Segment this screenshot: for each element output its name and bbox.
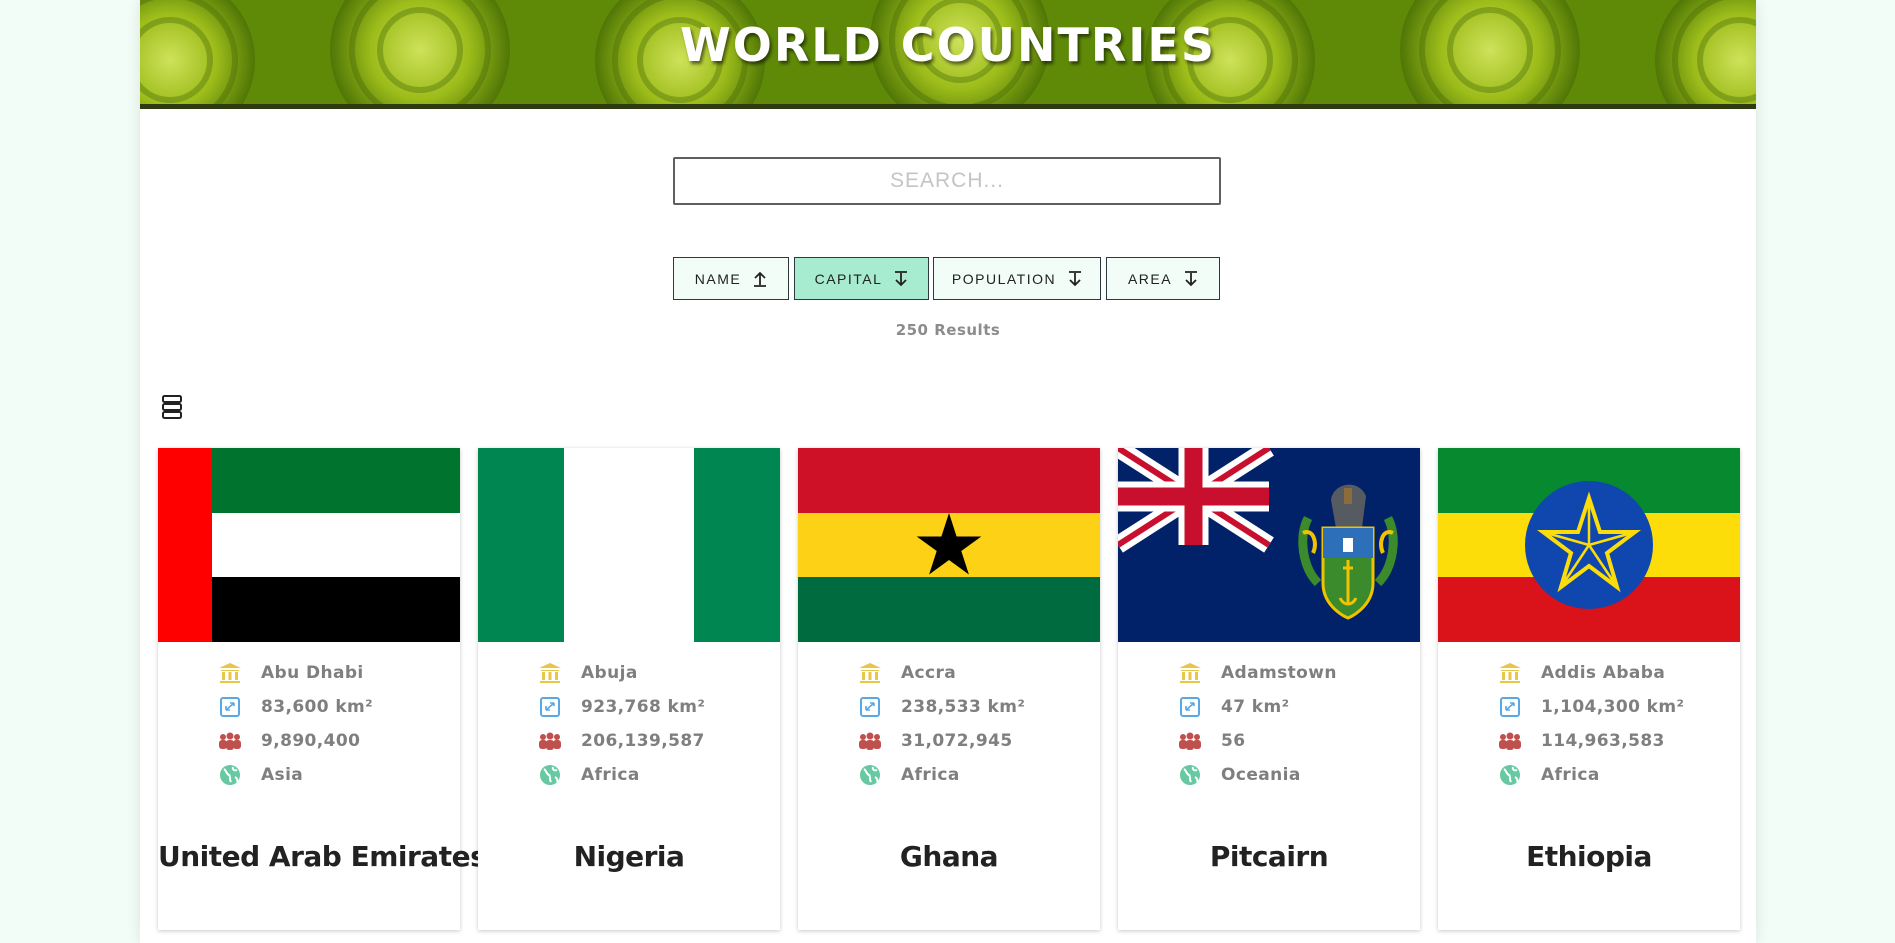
area-row: 238,533 km²	[858, 690, 1098, 724]
capital-building-icon	[1179, 663, 1201, 683]
population-value: 56	[1221, 731, 1246, 751]
region-value: Africa	[1541, 765, 1600, 785]
area-row: 47 km²	[1178, 690, 1418, 724]
capital-row: Abu Dhabi	[218, 656, 458, 690]
flag-pitcairn	[1118, 448, 1420, 642]
sort-population-button[interactable]: POPULATION	[933, 257, 1101, 300]
page: WORLD COUNTRIES NAME CAPITAL POPULATION …	[140, 0, 1756, 943]
area-value: 1,104,300 km²	[1541, 697, 1685, 717]
capital-building-icon	[859, 663, 881, 683]
globe-icon	[860, 765, 880, 785]
country-info: Adamstown 47 km² 56 Oceania	[1178, 656, 1418, 792]
population-users-icon	[1179, 732, 1201, 750]
capital-value: Accra	[901, 663, 957, 683]
area-value: 238,533 km²	[901, 697, 1026, 717]
header-banner: WORLD COUNTRIES	[140, 0, 1756, 109]
area-icon	[860, 697, 880, 717]
region-row: Asia	[218, 758, 458, 792]
area-value: 83,600 km²	[261, 697, 373, 717]
area-row: 83,600 km²	[218, 690, 458, 724]
page-title: WORLD COUNTRIES	[680, 18, 1216, 72]
population-row: 206,139,587	[538, 724, 778, 758]
area-value: 47 km²	[1221, 697, 1290, 717]
region-row: Africa	[1498, 758, 1738, 792]
sort-area-button[interactable]: AREA	[1106, 257, 1220, 300]
arrow-down-icon	[1185, 270, 1198, 286]
list-view-icon[interactable]	[161, 394, 183, 420]
sort-population-label: POPULATION	[951, 270, 1057, 287]
population-row: 31,072,945	[858, 724, 1098, 758]
area-icon	[1500, 697, 1520, 717]
search-input[interactable]	[673, 157, 1221, 205]
sort-capital-label: CAPITAL	[814, 270, 883, 287]
flag-nigeria	[478, 448, 780, 642]
flag-ghana	[798, 448, 1100, 642]
arrow-down-icon	[1069, 270, 1082, 286]
area-value: 923,768 km²	[581, 697, 706, 717]
capital-value: Abuja	[581, 663, 638, 683]
population-users-icon	[219, 732, 241, 750]
population-row: 9,890,400	[218, 724, 458, 758]
capital-value: Adamstown	[1221, 663, 1337, 683]
population-value: 206,139,587	[581, 731, 705, 751]
sort-area-label: AREA	[1127, 270, 1173, 287]
country-card[interactable]: Adamstown 47 km² 56 Oceania Pitcairn	[1118, 448, 1420, 930]
flag-ethiopia	[1438, 448, 1740, 642]
population-value: 9,890,400	[261, 731, 361, 751]
country-card[interactable]: Accra 238,533 km² 31,072,945 Africa Ghan…	[798, 448, 1100, 930]
population-users-icon	[1499, 732, 1521, 750]
population-users-icon	[539, 732, 561, 750]
country-name: Ghana	[899, 840, 999, 873]
area-row: 923,768 km²	[538, 690, 778, 724]
capital-building-icon	[539, 663, 561, 683]
country-name: United Arab Emirates	[158, 840, 487, 873]
country-name: Ethiopia	[1526, 840, 1652, 873]
region-value: Oceania	[1221, 765, 1301, 785]
capital-row: Accra	[858, 656, 1098, 690]
population-users-icon	[859, 732, 881, 750]
area-icon	[1180, 697, 1200, 717]
population-row: 114,963,583	[1498, 724, 1738, 758]
region-value: Asia	[261, 765, 304, 785]
sort-capital-button[interactable]: CAPITAL	[794, 257, 929, 300]
country-info: Abuja 923,768 km² 206,139,587 Africa	[538, 656, 778, 792]
flag-uae	[158, 448, 460, 642]
globe-icon	[1500, 765, 1520, 785]
country-card[interactable]: Abu Dhabi 83,600 km² 9,890,400 Asia Unit…	[158, 448, 487, 930]
population-row: 56	[1178, 724, 1418, 758]
population-value: 31,072,945	[901, 731, 1013, 751]
globe-icon	[220, 765, 240, 785]
area-icon	[220, 697, 240, 717]
capital-building-icon	[1499, 663, 1521, 683]
arrow-down-icon	[895, 270, 908, 286]
capital-value: Abu Dhabi	[261, 663, 364, 683]
country-name: Pitcairn	[1209, 840, 1329, 873]
region-row: Oceania	[1178, 758, 1418, 792]
area-icon	[540, 697, 560, 717]
sort-name-label: NAME	[694, 270, 742, 287]
capital-building-icon	[219, 663, 241, 683]
country-card[interactable]: Abuja 923,768 km² 206,139,587 Africa Nig…	[478, 448, 780, 930]
globe-icon	[540, 765, 560, 785]
region-value: Africa	[901, 765, 960, 785]
arrow-up-icon	[754, 271, 767, 287]
country-name: Nigeria	[573, 840, 685, 873]
country-info: Addis Ababa 1,104,300 km² 114,963,583 Af…	[1498, 656, 1738, 792]
capital-value: Addis Ababa	[1541, 663, 1666, 683]
region-row: Africa	[538, 758, 778, 792]
area-row: 1,104,300 km²	[1498, 690, 1738, 724]
population-value: 114,963,583	[1541, 731, 1665, 751]
region-row: Africa	[858, 758, 1098, 792]
capital-row: Abuja	[538, 656, 778, 690]
sort-name-button[interactable]: NAME	[673, 257, 789, 300]
globe-icon	[1180, 765, 1200, 785]
country-info: Accra 238,533 km² 31,072,945 Africa	[858, 656, 1098, 792]
capital-row: Addis Ababa	[1498, 656, 1738, 690]
results-count: 250 Results	[895, 321, 1001, 339]
country-card[interactable]: Addis Ababa 1,104,300 km² 114,963,583 Af…	[1438, 448, 1740, 930]
region-value: Africa	[581, 765, 640, 785]
country-info: Abu Dhabi 83,600 km² 9,890,400 Asia	[218, 656, 458, 792]
capital-row: Adamstown	[1178, 656, 1418, 690]
